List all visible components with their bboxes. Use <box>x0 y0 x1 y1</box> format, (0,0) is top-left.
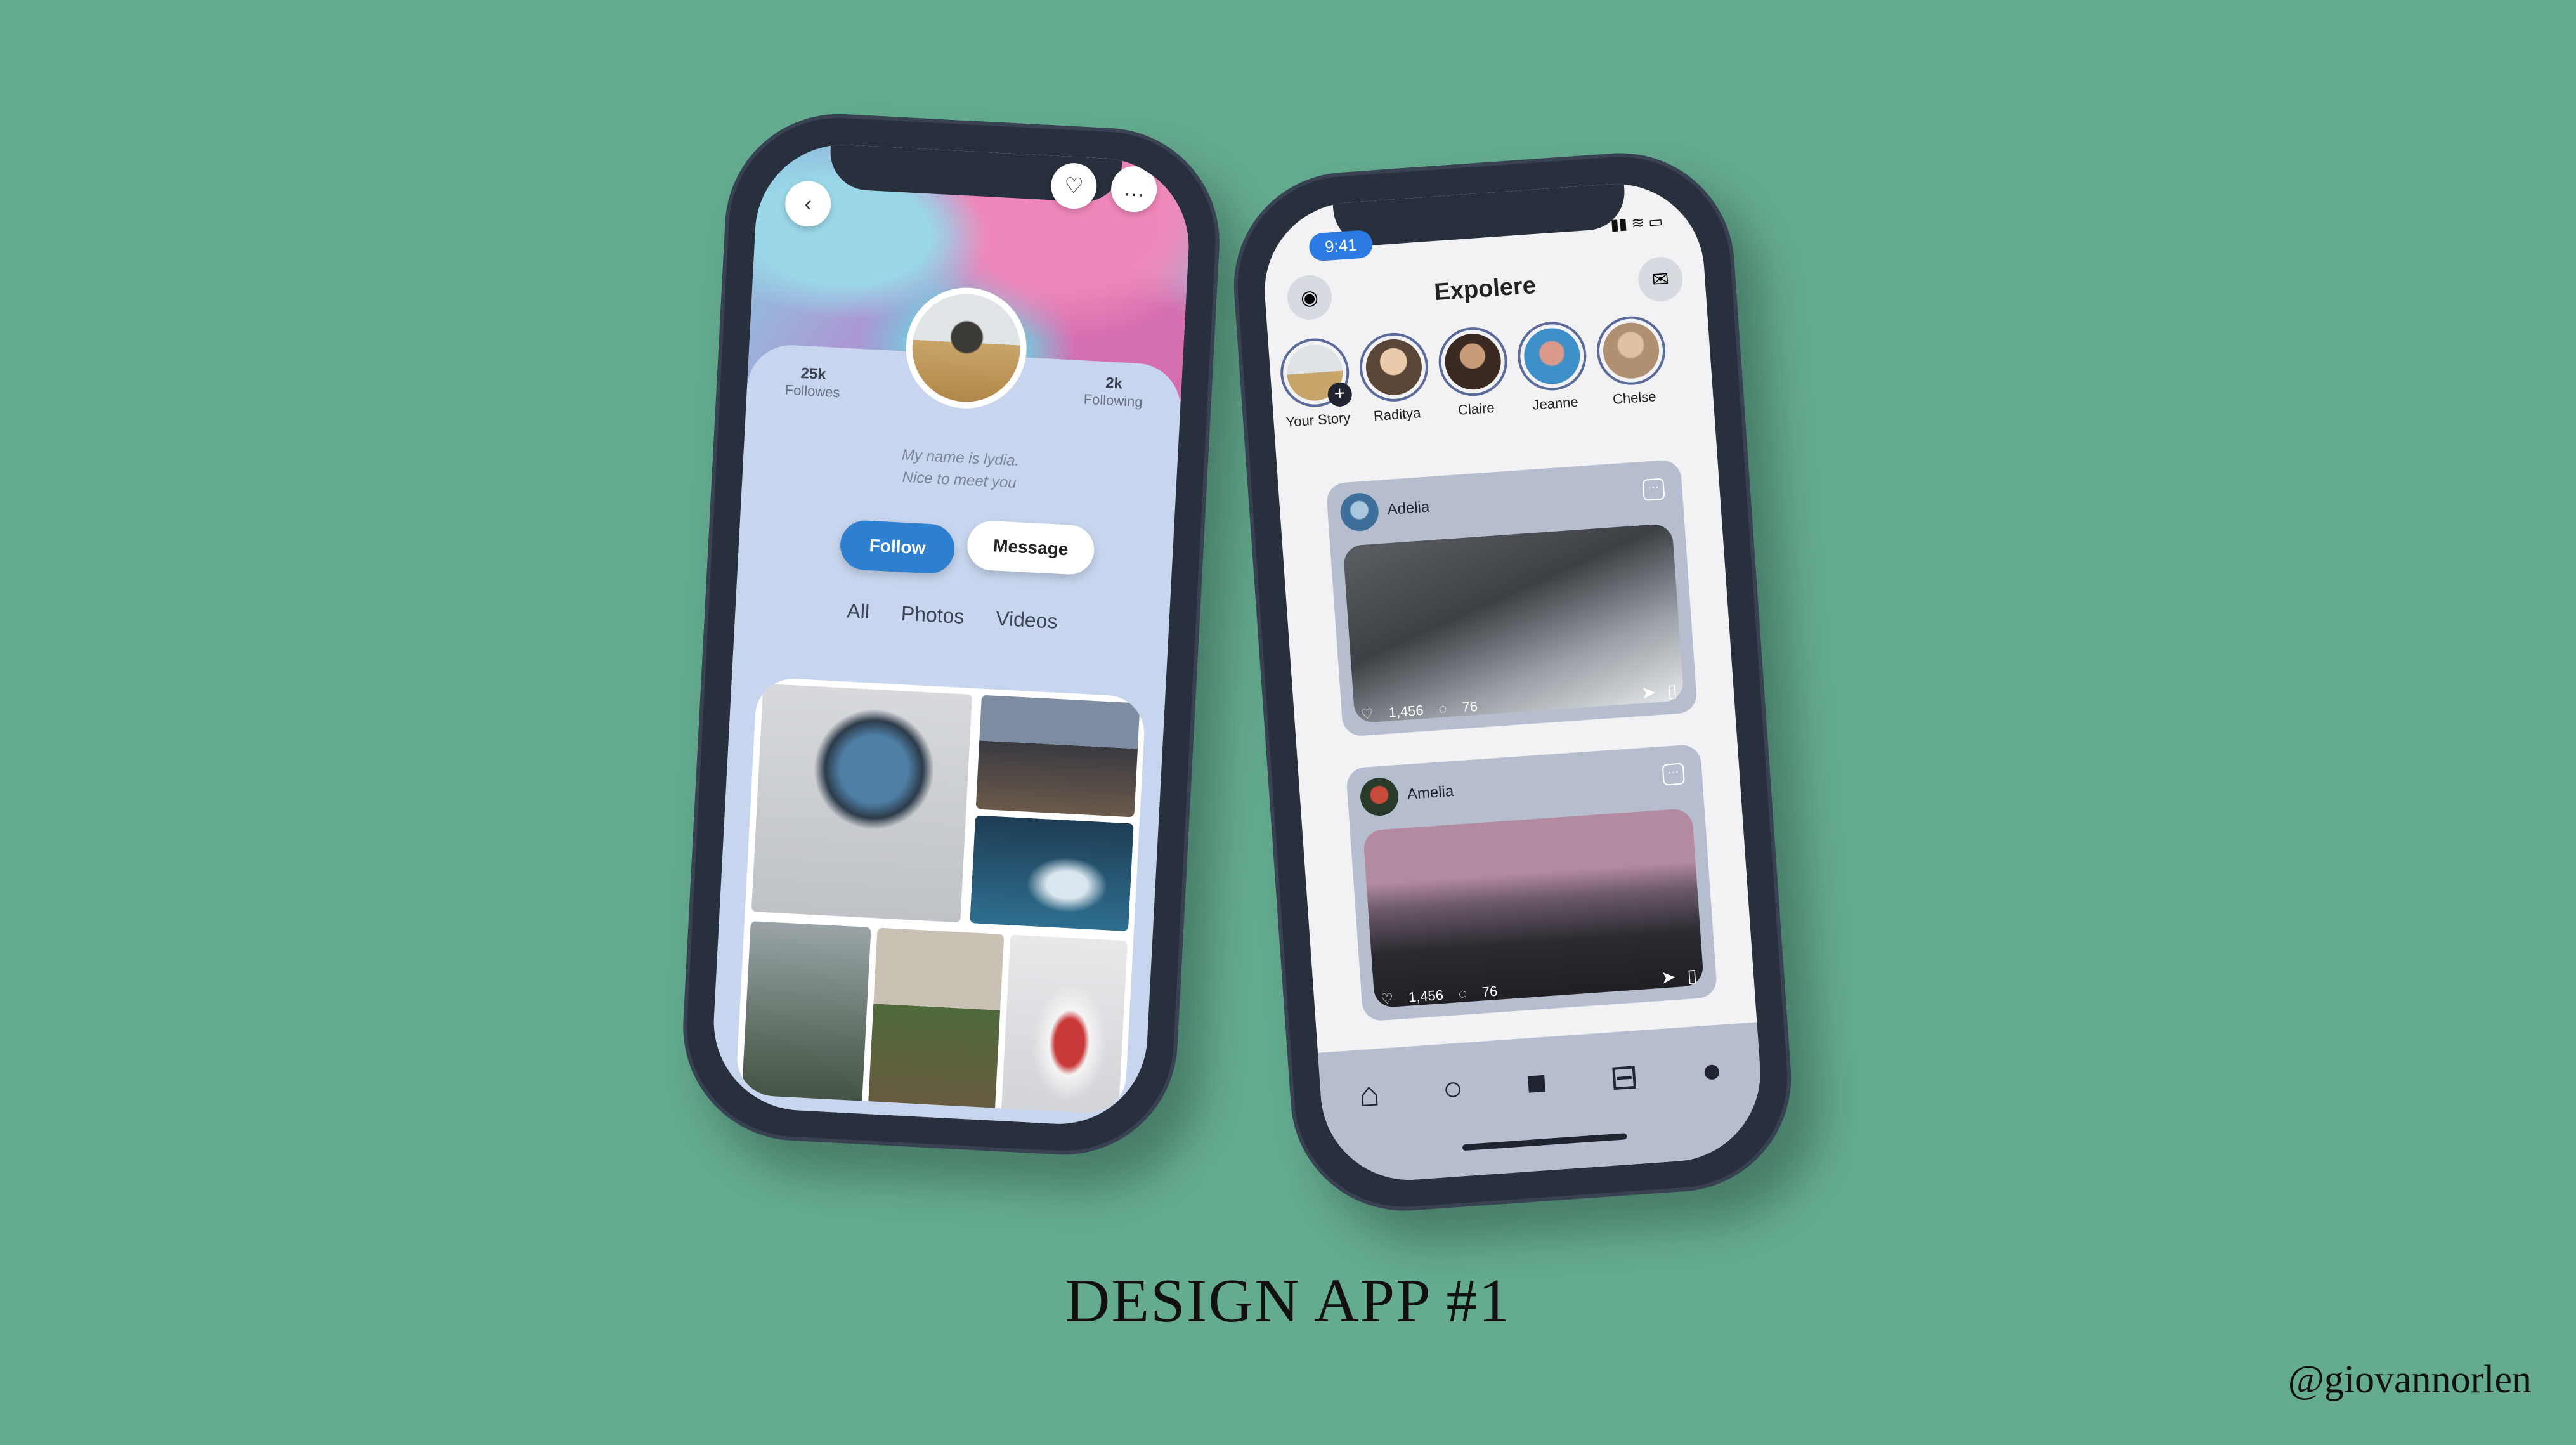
tab-videos[interactable]: Videos <box>995 607 1058 634</box>
story-label: Your Story <box>1285 409 1351 430</box>
home-icon[interactable]: ⌂ <box>1358 1074 1381 1115</box>
comment-count: 76 <box>1481 983 1499 1000</box>
phone-notch <box>1332 183 1627 248</box>
bottom-navigation: ⌂ ○ ■ ⊟ ● <box>1318 1022 1767 1186</box>
search-icon[interactable]: ○ <box>1441 1068 1465 1109</box>
post-header: Adelia <box>1339 488 1431 533</box>
story-label: Jeanne <box>1532 393 1579 413</box>
post-image[interactable] <box>1362 808 1705 1009</box>
profile-avatar[interactable]: ● <box>1700 1050 1724 1092</box>
photo-gallery <box>735 677 1147 1115</box>
avatar[interactable] <box>1359 776 1400 818</box>
tab-photos[interactable]: Photos <box>901 602 965 629</box>
post-actions: ➤ ▯ <box>1641 680 1678 703</box>
chevron-left-icon: ‹ <box>803 191 812 216</box>
design-caption: DESIGN APP #1 <box>1065 1267 1511 1335</box>
gallery-photo-sneaker[interactable] <box>1000 934 1128 1115</box>
home-indicator[interactable] <box>1462 1133 1627 1151</box>
profile-screen: ‹ ♡ … 25k Followes 2k Following My name … <box>709 140 1194 1128</box>
gallery-photo-street[interactable] <box>741 921 871 1115</box>
post-author[interactable]: Amelia <box>1407 783 1454 804</box>
gallery-photo-city[interactable] <box>975 695 1140 818</box>
gallery-photo-portrait[interactable] <box>751 683 973 923</box>
more-icon[interactable]: ··· <box>1662 762 1685 786</box>
post-image[interactable] <box>1343 523 1684 724</box>
like-count: 1,456 <box>1408 986 1444 1005</box>
story-label: Claire <box>1457 399 1495 418</box>
story-raditya[interactable]: Raditya <box>1356 330 1433 425</box>
comment-icon[interactable]: ◌ <box>1438 700 1448 717</box>
followers-label: Followes <box>784 381 841 401</box>
story-your-story[interactable]: + Your Story <box>1278 336 1354 431</box>
comment-count: 76 <box>1461 698 1478 716</box>
gallery-photo-truck[interactable] <box>867 927 1005 1115</box>
heart-icon[interactable]: ♡ <box>1360 705 1374 723</box>
avatar <box>1363 337 1424 397</box>
post-actions: ➤ ▯ <box>1660 965 1698 988</box>
bookmark-icon[interactable]: ▯ <box>1686 965 1698 986</box>
feed-screen: 9:41 ▮▮ ≋ ▭ ◉ Expolere ✉ + Your Story Ra… <box>1258 178 1767 1186</box>
chat-icon: … <box>1122 176 1146 202</box>
story-label: Chelse <box>1612 388 1657 407</box>
video-icon[interactable]: ■ <box>1525 1062 1548 1104</box>
story-claire[interactable]: Claire <box>1436 325 1512 419</box>
comment-icon[interactable]: ◌ <box>1458 985 1467 1002</box>
following-label: Following <box>1083 391 1143 410</box>
followers-count: 25k <box>800 365 827 384</box>
basket-icon[interactable]: ⊟ <box>1608 1056 1640 1098</box>
author-credit: @giovannorlen <box>2287 1358 2532 1401</box>
signal-wifi-battery-icon: ▮▮ ≋ ▭ <box>1610 213 1663 234</box>
story-chelse[interactable]: Chelse <box>1594 314 1670 409</box>
post-header: Amelia <box>1359 773 1455 818</box>
tab-all[interactable]: All <box>847 599 870 624</box>
follow-button[interactable]: Follow <box>839 519 956 575</box>
avatar <box>1601 320 1661 381</box>
send-icon[interactable]: ➤ <box>1660 966 1677 988</box>
story-label: Raditya <box>1373 405 1422 424</box>
more-icon[interactable]: ··· <box>1642 478 1665 501</box>
status-time: 9:41 <box>1308 229 1374 262</box>
heart-icon[interactable]: ♡ <box>1381 990 1395 1007</box>
story-jeanne[interactable]: Jeanne <box>1515 319 1591 414</box>
post-card[interactable]: Adelia ··· ♡ 1,456 ◌ 76 ➤ ▯ <box>1325 459 1698 737</box>
send-icon[interactable]: ➤ <box>1641 681 1657 703</box>
gallery-photo-sea[interactable] <box>970 815 1134 932</box>
bookmark-icon[interactable]: ▯ <box>1667 680 1678 702</box>
heart-icon: ♡ <box>1064 173 1084 199</box>
feed-phone: 9:41 ▮▮ ≋ ▭ ◉ Expolere ✉ + Your Story Ra… <box>1226 145 1799 1219</box>
followers-stat[interactable]: 25k Followes <box>784 364 842 401</box>
avatar <box>1443 332 1503 392</box>
post-author[interactable]: Adelia <box>1387 498 1431 519</box>
like-count: 1,456 <box>1388 702 1424 721</box>
message-button[interactable]: Message <box>966 520 1096 576</box>
following-stat[interactable]: 2k Following <box>1083 373 1144 410</box>
page-title: Expolere <box>1433 271 1537 306</box>
plus-icon[interactable]: + <box>1327 381 1353 408</box>
avatar[interactable] <box>1339 492 1380 533</box>
profile-phone: ‹ ♡ … 25k Followes 2k Following My name … <box>677 108 1225 1161</box>
mail-icon: ✉ <box>1651 267 1670 292</box>
post-card[interactable]: Amelia ··· ♡ 1,456 ◌ 76 ➤ ▯ <box>1345 743 1718 1022</box>
avatar <box>1522 326 1582 386</box>
